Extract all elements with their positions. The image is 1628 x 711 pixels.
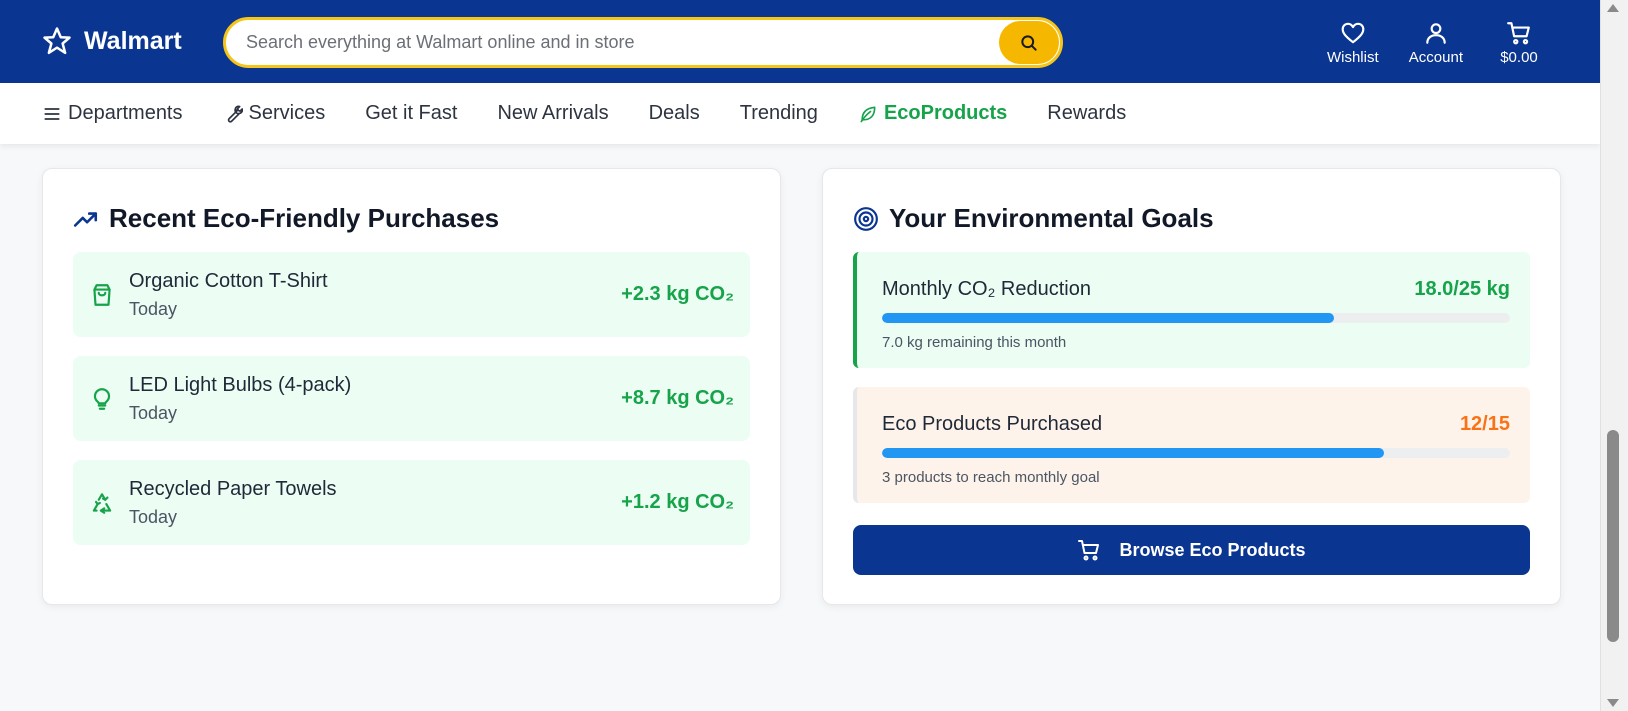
purchase-item[interactable]: LED Light Bulbs (4-pack) Today +8.7 kg C… [73,356,750,441]
cart-total: $0.00 [1500,49,1538,66]
brand-name: Walmart [84,26,182,55]
heart-icon [1341,22,1365,44]
leaf-icon [860,106,876,122]
cart-button[interactable]: $0.00 [1493,20,1545,66]
recycle-icon [92,492,112,514]
nav-item-ecoproducts[interactable]: EcoProducts [858,102,1007,125]
environmental-goals-header: Your Environmental Goals [853,203,1214,234]
purchase-name: Organic Cotton T-Shirt [129,269,328,292]
header-bar: Walmart Wishlist Account $0.00 [0,0,1600,83]
goal-name: Eco Products Purchased [882,413,1103,435]
browse-eco-products-button[interactable]: Browse Eco Products [853,525,1530,575]
scroll-up-arrow-icon[interactable] [1607,4,1619,12]
nav-item-label: New Arrivals [497,102,609,124]
environmental-goals-card: Your Environmental Goals Monthly CO₂ Red… [822,168,1561,605]
goal-progress-track [882,448,1510,458]
search-bar [223,17,1063,68]
purchase-item[interactable]: Recycled Paper Towels Today +1.2 kg CO₂ [73,460,750,545]
nav-item-departments[interactable]: Departments [42,102,183,125]
purchase-date: Today [129,298,178,319]
nav-item-label: Rewards [1047,102,1127,124]
eco-products-goal: Eco Products Purchased 12/15 3 products … [853,387,1530,503]
recent-purchases-title: Recent Eco-Friendly Purchases [109,203,500,233]
trending-up-icon [73,211,98,227]
co2-reduction-goal: Monthly CO₂ Reduction 18.0/25 kg 7.0 kg … [853,252,1530,368]
menu-icon [44,107,60,120]
search-icon [1021,34,1037,51]
goal-value: 18.0/25 kg [1414,278,1510,300]
scrollbar-thumb[interactable] [1607,430,1619,642]
nav-item-new-arrivals[interactable]: New Arrivals [497,102,608,125]
scroll-down-arrow-icon[interactable] [1607,699,1619,707]
nav-item-label: EcoProducts [883,102,1008,124]
goal-progress-fill [882,313,1335,323]
nav-item-services[interactable]: Services [223,102,326,125]
brand-logo[interactable]: Walmart [42,26,182,56]
goal-note: 3 products to reach monthly goal [882,469,1100,486]
user-icon [1426,23,1446,44]
nav-item-get-it-fast[interactable]: Get it Fast [365,102,457,125]
purchase-date: Today [129,506,178,527]
nav-bar: Departments Services Get it Fast New Arr… [0,83,1600,144]
goal-value: 12/15 [1459,413,1510,435]
nav-item-deals[interactable]: Deals [649,102,700,125]
nav-item-label: Trending [739,102,818,124]
cart-icon [1507,22,1530,45]
nav-item-label: Services [248,102,326,124]
cart-icon [1078,540,1100,561]
nav-item-label: Departments [68,102,183,124]
nav-item-label: Get it Fast [365,102,458,124]
purchase-name: LED Light Bulbs (4-pack) [129,373,352,396]
shopping-bag-icon [93,283,111,306]
purchase-co2: +8.7 kg CO₂ [621,387,734,409]
goal-progress-track [882,313,1510,323]
star-icon [43,27,71,55]
search-input[interactable] [226,20,999,65]
nav-item-label: Deals [648,102,700,124]
search-button[interactable] [999,21,1059,64]
goal-name: Monthly CO₂ Reduction [882,278,1091,300]
purchase-item[interactable]: Organic Cotton T-Shirt Today +2.3 kg CO₂ [73,252,750,337]
goal-note: 7.0 kg remaining this month [882,334,1067,351]
goal-progress-fill [882,448,1385,458]
lightbulb-icon [93,387,111,410]
recent-purchases-card: Recent Eco-Friendly Purchases Organic Co… [42,168,781,605]
purchase-date: Today [129,402,178,423]
purchase-co2: +1.2 kg CO₂ [621,491,734,513]
nav-item-trending[interactable]: Trending [740,102,818,125]
wishlist-button[interactable]: Wishlist [1327,20,1379,66]
purchase-name: Recycled Paper Towels [129,477,337,500]
account-button[interactable]: Account [1409,20,1463,66]
nav-item-rewards[interactable]: Rewards [1047,102,1126,125]
target-icon [854,206,878,231]
wishlist-label: Wishlist [1326,49,1379,66]
environmental-goals-title: Your Environmental Goals [889,203,1214,233]
recent-purchases-header: Recent Eco-Friendly Purchases [73,203,499,234]
wrench-icon [227,105,243,123]
browse-button-label: Browse Eco Products [1119,539,1306,560]
purchase-co2: +2.3 kg CO₂ [621,283,734,305]
account-label: Account [1408,49,1463,66]
